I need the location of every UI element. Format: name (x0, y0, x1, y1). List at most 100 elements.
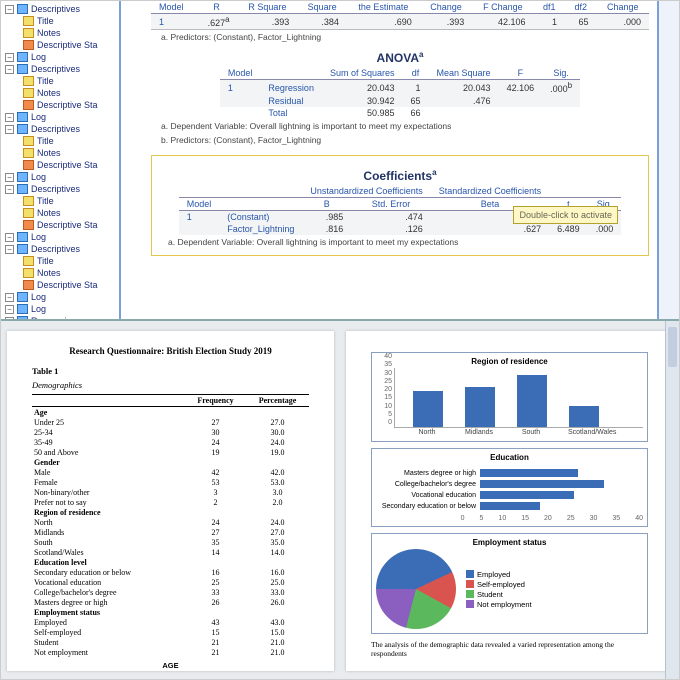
tree-node[interactable]: Notes (21, 267, 119, 279)
tree-node[interactable]: Descriptive Sta (21, 219, 119, 231)
tree-node[interactable]: Descriptive Sta (21, 99, 119, 111)
tree-node[interactable]: Notes (21, 207, 119, 219)
tree-node[interactable]: Title (21, 75, 119, 87)
tree-node[interactable]: Title (21, 15, 119, 27)
hdr: F (499, 67, 543, 80)
tree-node[interactable]: −Log (3, 51, 119, 63)
expand-icon[interactable]: − (5, 293, 14, 302)
expand-icon[interactable]: − (5, 245, 14, 254)
tree-node[interactable]: −Descriptives (3, 123, 119, 135)
employment-chart: Employment status EmployedSelf-employedS… (371, 533, 648, 634)
tree-node[interactable]: Notes (21, 87, 119, 99)
item-icon (23, 16, 34, 26)
tree-node[interactable]: Title (21, 195, 119, 207)
tree-node[interactable]: Descriptive Sta (21, 279, 119, 291)
folder-icon (17, 304, 28, 314)
item-icon (23, 220, 34, 230)
expand-icon[interactable]: − (5, 173, 14, 182)
table-row: Prefer not to say22.0 (32, 497, 309, 507)
coef-title: Coefficientsa (158, 162, 642, 185)
tree-label: Log (31, 304, 46, 314)
hdr: df2 (565, 1, 596, 14)
tree-label: Log (31, 112, 46, 122)
cell: 65 (565, 14, 596, 30)
tree-node[interactable]: − Log (3, 303, 119, 315)
tree-node[interactable]: Notes (21, 27, 119, 39)
page-left: Research Questionnaire: British Election… (7, 331, 334, 671)
table-row: Student2121.0 (32, 637, 309, 647)
expand-icon[interactable]: − (5, 65, 14, 74)
tree-label: Notes (37, 268, 61, 278)
item-icon (23, 268, 34, 278)
section-header: Age (32, 407, 309, 418)
tree-node[interactable]: Notes (21, 147, 119, 159)
expand-icon[interactable]: − (5, 53, 14, 62)
tree-node[interactable]: − Regression (3, 315, 119, 319)
tree-label: Descriptive Sta (37, 40, 98, 50)
expand-icon[interactable]: − (5, 305, 14, 314)
tree-node[interactable]: Descriptive Sta (21, 159, 119, 171)
tree-node[interactable]: − Log (3, 111, 119, 123)
table-row: South3535.0 (32, 537, 309, 547)
output-viewer[interactable]: Model R R Square Square the Estimate Cha… (121, 1, 679, 319)
table-row: Masters degree or high2626.0 (32, 597, 309, 607)
model-summary-table: Model R R Square Square the Estimate Cha… (151, 1, 649, 30)
expand-icon[interactable]: − (5, 317, 14, 320)
vertical-scrollbar[interactable] (665, 7, 673, 313)
tree-node[interactable]: Title (21, 135, 119, 147)
doc-title: Research Questionnaire: British Election… (32, 346, 309, 356)
hbar-row: Secondary education or below (376, 502, 643, 510)
bar (517, 375, 547, 428)
table-row: Residual30.94265.476 (220, 95, 580, 107)
table-label: Table 1 (32, 366, 309, 376)
coefficients-block[interactable]: Double-click to activate Coefficientsa U… (151, 155, 649, 256)
table-row: Scotland/Wales1414.0 (32, 547, 309, 557)
tree-label: Title (37, 76, 54, 86)
tree-label: Regression (31, 316, 77, 319)
tree-node[interactable]: − Log (3, 171, 119, 183)
footnote: b. Predictors: (Constant), Factor_Lightn… (151, 133, 649, 147)
item-icon (23, 208, 34, 218)
table-row: Female5353.0 (32, 477, 309, 487)
tree-node[interactable]: Descriptive Sta (21, 39, 119, 51)
section-header: Employment status (32, 607, 309, 617)
folder-icon (17, 4, 28, 14)
expand-icon[interactable]: − (5, 113, 14, 122)
item-icon (23, 100, 34, 110)
cell: .627a (196, 14, 238, 30)
item-icon (23, 196, 34, 206)
scroll-thumb[interactable] (668, 327, 677, 367)
hbar-row: Masters degree or high (376, 469, 643, 477)
legend-item: Self-employed (466, 580, 532, 589)
outline-tree[interactable]: −DescriptivesTitleNotesDescriptive Sta−L… (1, 1, 121, 319)
item-icon (23, 88, 34, 98)
cell: .393 (238, 14, 298, 30)
item-icon (23, 256, 34, 266)
tree-node[interactable]: −Descriptives (3, 3, 119, 15)
table-row: 35-492424.0 (32, 437, 309, 447)
expand-icon[interactable]: − (5, 125, 14, 134)
category-label: Scotland/Wales (568, 429, 598, 436)
tree-node[interactable]: −Log (3, 291, 119, 303)
expand-icon[interactable]: − (5, 233, 14, 242)
region-chart: Region of residence 4035302520151050 Nor… (371, 352, 648, 442)
expand-icon[interactable]: − (5, 5, 14, 14)
tree-node[interactable]: −Descriptives (3, 183, 119, 195)
table-row: Not employment2121.0 (32, 647, 309, 657)
tree-node[interactable]: Title (21, 255, 119, 267)
table-subtitle: Demographics (32, 380, 309, 390)
cell: .690 (347, 14, 420, 30)
table-row: College/bachelor's degree3333.0 (32, 587, 309, 597)
folder-icon (17, 112, 28, 122)
tree-label: Log (31, 172, 46, 182)
tree-node[interactable]: −Log (3, 231, 119, 243)
bar (569, 406, 599, 427)
doc-scrollbar[interactable] (665, 321, 679, 680)
expand-icon[interactable]: − (5, 185, 14, 194)
tree-node[interactable]: −Descriptives (3, 243, 119, 255)
table-row: Vocational education2525.0 (32, 577, 309, 587)
tree-label: Descriptive Sta (37, 100, 98, 110)
hdr: Change (420, 1, 472, 14)
tree-node[interactable]: −Descriptives (3, 63, 119, 75)
bar (413, 391, 443, 427)
